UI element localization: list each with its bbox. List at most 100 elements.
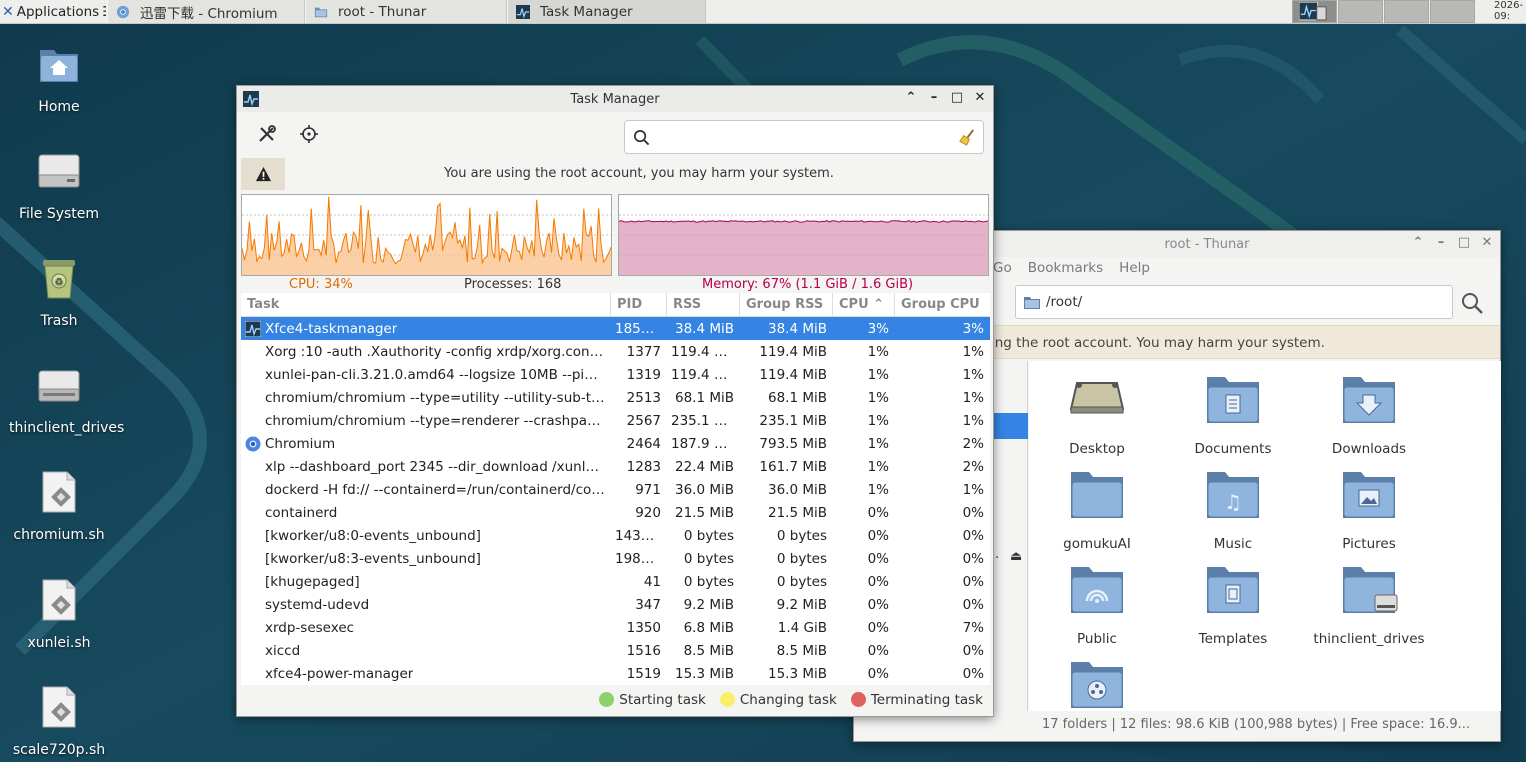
desktop-icon-label: scale720p.sh [12,742,106,758]
file-item[interactable]: thinclient_drives [1301,561,1437,647]
cell-group-rss: 793.5 MiB [759,435,827,452]
cell-group-rss: 0 bytes [776,527,827,544]
taskbar-button-chromium[interactable]: 迅雷下载 - Chromium [107,0,305,23]
desktop-icon-xunlei-sh[interactable]: xunlei.sh [9,578,109,652]
shade-icon[interactable]: ⌃ [904,91,918,105]
trash-icon: ♻ [43,260,75,299]
cell-rss: 119.4 MiB [671,343,739,360]
file-item[interactable]: Pictures [1301,466,1437,552]
menu-go[interactable]: Go [993,260,1012,276]
task-search-input[interactable] [656,123,958,151]
table-row[interactable]: Chromium 2464 187.9 MiB 793.5 MiB 1% 2% [241,432,990,455]
menu-help[interactable]: Help [1119,260,1150,276]
desktop-icon-trash[interactable]: ♻ Trash [9,256,109,330]
crosshair-icon[interactable] [299,124,319,144]
close-icon[interactable]: ✕ [1480,236,1494,250]
task-name: xiccd [265,642,301,659]
file-item[interactable]: Documents [1165,371,1301,457]
cell-cpu: 1% [867,481,889,498]
table-row[interactable]: chromium/chromium --type=utility --utili… [241,386,990,409]
cell-task: [kworker/u8:3-events_unbound] [241,551,611,567]
memory-graph [618,194,989,276]
file-item[interactable]: ♫ Music [1165,466,1301,552]
file-item[interactable] [1029,656,1165,726]
file-item-label: Music [1213,536,1253,552]
file-item[interactable]: Templates [1165,561,1301,647]
taskbar-button-thunar[interactable]: root - Thunar [305,0,507,23]
cell-cpu: 0% [867,642,889,659]
clear-broom-icon[interactable] [958,128,977,147]
workspace-2[interactable] [1338,0,1383,23]
drive-icon [38,370,80,402]
file-item[interactable]: Desktop [1029,371,1165,457]
workspace-4[interactable] [1430,0,1475,23]
desktop-icon-thinclient-drives[interactable]: thinclient_drives [9,363,124,437]
maximize-icon[interactable]: □ [1457,236,1471,250]
desktop-icon-home[interactable]: Home [9,42,109,116]
location-bar[interactable]: /root/ [1015,285,1453,319]
table-row[interactable]: [kworker/u8:3-events_unbound] 198943 0 byt… [241,547,990,570]
table-row[interactable]: xfce4-power-manager 1519 15.3 MiB 15.3 MiB 0… [241,662,990,685]
cell-task: xlp --dashboard_port 2345 --dir_download… [241,459,611,475]
cell-task: Chromium [241,436,611,452]
table-row[interactable]: xiccd 1516 8.5 MiB 8.5 MiB 0% 0% [241,639,990,662]
clock[interactable]: 2026- 09: [1480,0,1526,24]
column-header-group-rss[interactable]: Group RSS [740,293,833,316]
task-manager-titlebar[interactable]: Task Manager ⌃ – □ ✕ [237,86,993,112]
file-item[interactable]: gomukuAI [1029,466,1165,552]
table-row[interactable]: containerd 920 21.5 MiB 21.5 MiB 0% 0% [241,501,990,524]
sidebar-selected-item[interactable] [994,413,1028,439]
table-row[interactable]: xlp --dashboard_port 2345 --dir_download… [241,455,990,478]
file-item-label: Public [1077,631,1117,647]
table-row[interactable]: systemd-udevd 347 9.2 MiB 9.2 MiB 0% 0% [241,593,990,616]
table-row[interactable]: [khugepaged] 41 0 bytes 0 bytes 0% 0% [241,570,990,593]
table-row[interactable]: chromium/chromium --type=renderer --cras… [241,409,990,432]
chromium-icon [245,436,261,451]
column-header-rss[interactable]: RSS [667,293,740,316]
desktop-icon-scale720p-sh[interactable]: scale720p.sh [9,685,109,759]
minimize-icon[interactable]: – [1434,236,1448,250]
cell-cpu: 1% [867,389,889,406]
cell-task: xunlei-pan-cli.3.21.0.amd64 --logsize 10… [241,367,611,383]
column-header-cpu[interactable]: CPU ⌃ [833,293,895,316]
menu-bookmarks[interactable]: Bookmarks [1028,260,1103,276]
cpu-graph [241,194,612,276]
settings-tools-icon[interactable] [257,124,277,144]
column-header-pid[interactable]: PID [611,293,667,316]
table-row[interactable]: dockerd -H fd:// --containerd=/run/conta… [241,478,990,501]
workspace-1[interactable] [1292,0,1337,23]
memory-graph-area [619,220,988,275]
cell-rss: 6.8 MiB [683,619,734,636]
maximize-icon[interactable]: □ [950,91,964,105]
column-header-group-cpu[interactable]: Group CPU [895,293,990,316]
close-icon[interactable]: ✕ [973,91,987,105]
search-icon[interactable] [1460,291,1484,315]
cell-group-rss: 68.1 MiB [767,389,827,406]
applications-menu-label: Applications [16,3,100,20]
shade-icon[interactable]: ⌃ [1411,236,1425,250]
minimize-icon[interactable]: – [927,91,941,105]
workspace-3[interactable] [1384,0,1429,23]
top-panel: ✕ Applications ☰ 迅雷下载 - Chromium root - … [0,0,1526,24]
applications-menu-button[interactable]: ✕ Applications ☰ [0,0,106,24]
column-header-task[interactable]: Task [241,293,611,316]
file-item[interactable]: Public [1029,561,1165,647]
desktop-icon-chromium-sh[interactable]: chromium.sh [9,470,109,544]
taskbar-button-task-manager[interactable]: Task Manager [507,0,706,23]
task-name: dockerd -H fd:// --containerd=/run/conta… [265,481,605,498]
task-name: xlp --dashboard_port 2345 --dir_download… [265,458,605,475]
table-row[interactable]: Xorg :10 -auth .Xauthority -config xrdp/… [241,340,990,363]
table-row[interactable]: xunlei-pan-cli.3.21.0.amd64 --logsize 10… [241,363,990,386]
public-folder-icon [1071,567,1123,613]
cell-pid: 920 [635,504,661,521]
table-row[interactable]: [kworker/u8:0-events_unbound] 143802 0 byt… [241,524,990,547]
table-row[interactable]: xrdp-sesexec 1350 6.8 MiB 1.4 GiB 0% 7% [241,616,990,639]
task-search-field[interactable] [624,120,984,154]
desktop-icon-file-system[interactable]: File System [9,149,109,223]
task-manager-icon [243,91,259,107]
table-row[interactable]: Xfce4-taskmanager 185827 38.4 MiB 38.4 MiB 3… [241,317,990,340]
file-item[interactable]: Downloads [1301,371,1437,457]
script-icon [42,471,76,513]
eject-icon[interactable]: ⏏ [1010,549,1022,564]
cell-cpu: 0% [867,504,889,521]
